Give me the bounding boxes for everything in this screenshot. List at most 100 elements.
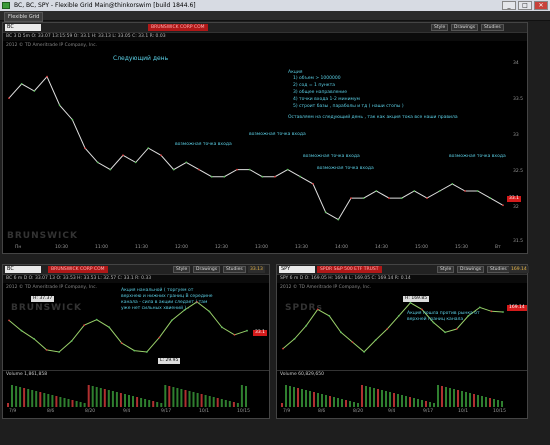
main-data-point xyxy=(413,190,416,192)
bc-volume-label: Volume 1,861,858 xyxy=(6,372,48,377)
main-price-chart[interactable] xyxy=(3,41,509,241)
bc-volume-bar xyxy=(91,386,94,407)
main-drawings-button[interactable]: Drawings xyxy=(451,24,479,31)
main-data-point xyxy=(223,175,226,178)
bc-studies-button[interactable]: Studies xyxy=(223,266,246,273)
main-data-point xyxy=(426,197,428,200)
maximize-button[interactable]: □ xyxy=(518,1,532,10)
spy-data-point xyxy=(502,311,504,313)
bc-volume-bar xyxy=(11,385,13,407)
entry-point-annotation: возможная точка входа xyxy=(303,154,360,159)
spy-volume-bar xyxy=(357,403,359,407)
bc-volume-bar xyxy=(236,403,239,407)
main-symbol-input[interactable]: BC xyxy=(5,24,41,31)
bc-date-tick: 10/15 xyxy=(237,409,250,414)
criteria-item: 3) общее направление xyxy=(293,90,347,95)
main-time-tick: 13:00 xyxy=(255,245,268,250)
bc-volume-bar xyxy=(43,393,46,407)
bc-company-name: BRUNSWICK CORP COM xyxy=(48,266,108,273)
spy-date-tick: 9/4 xyxy=(388,409,396,414)
bc-volume-bar xyxy=(128,395,130,407)
bc-volume-bar xyxy=(59,397,62,407)
spy-price-label: 169.14 xyxy=(509,266,529,273)
spy-volume-bar xyxy=(453,389,455,407)
entry-point-annotation: возможная точка входа xyxy=(449,154,506,159)
main-data-point xyxy=(350,197,352,200)
spy-volume-bar xyxy=(297,388,299,407)
main-data-point xyxy=(122,154,124,157)
close-button[interactable]: ✕ xyxy=(534,1,548,10)
bc-data-point xyxy=(145,351,148,353)
bc-volume-bar xyxy=(51,395,54,407)
bc-symbol-input[interactable]: BC xyxy=(5,266,41,273)
spy-daily-chart[interactable] xyxy=(277,293,509,365)
spy-copyright: 2012 © TD Ameritrade IP Company, Inc. xyxy=(280,285,372,290)
main-data-point xyxy=(451,183,454,185)
bc-data-point xyxy=(246,329,248,332)
spy-date-tick: 9/17 xyxy=(423,409,434,414)
spy-volume-bar xyxy=(281,403,283,407)
main-data-point xyxy=(324,211,327,214)
main-data-point xyxy=(172,168,175,171)
bc-volume-bar xyxy=(83,403,86,407)
bc-style-button[interactable]: Style xyxy=(173,266,191,273)
spy-data-point xyxy=(328,315,331,317)
spy-daily-panel: SPY SPDR S&P 500 ETF TRUST Style Drawing… xyxy=(276,264,529,419)
main-data-point xyxy=(248,168,251,171)
bc-data-point xyxy=(108,326,111,329)
bc-date-tick: 9/4 xyxy=(123,409,131,414)
bc-copyright: 2012 © TD Ameritrade IP Company, Inc. xyxy=(6,285,98,290)
main-data-point xyxy=(84,147,86,149)
spy-style-button[interactable]: Style xyxy=(437,266,455,273)
minimize-button[interactable]: _ xyxy=(502,1,516,10)
spy-studies-button[interactable]: Studies xyxy=(487,266,510,273)
spy-volume-bar xyxy=(293,387,295,407)
main-data-point xyxy=(464,190,466,192)
spy-volume-bar xyxy=(481,396,483,407)
main-time-tick: Пн xyxy=(15,245,22,250)
spy-volume-bar xyxy=(469,393,471,407)
main-data-point xyxy=(96,161,99,164)
spy-volume-label: Volume 60,829,650 xyxy=(280,372,324,377)
spy-date-tick: 7/9 xyxy=(283,409,291,414)
spy-volume-bar xyxy=(337,398,339,407)
main-studies-button[interactable]: Studies xyxy=(481,24,504,31)
bc-volume-bar xyxy=(232,402,235,407)
bc-volume-bar xyxy=(136,397,139,407)
main-time-tick: 13:30 xyxy=(295,245,308,250)
bc-volume-bar xyxy=(103,389,106,407)
bc-volume-bar xyxy=(228,401,231,407)
spy-last-price-tag: 169.14 xyxy=(507,305,527,311)
spy-volume-bar xyxy=(373,388,375,407)
spy-data-point xyxy=(490,310,493,313)
bc-price-label: 33.13 xyxy=(248,266,265,273)
spy-data-point xyxy=(340,331,342,334)
next-day-annotation: Следующий день xyxy=(113,55,169,62)
spy-volume-bar xyxy=(389,392,391,407)
main-data-point xyxy=(8,97,10,99)
spy-data-point xyxy=(409,301,412,304)
window-titlebar: BC, BC, SPY - Flexible Grid Main@thinkor… xyxy=(0,0,550,11)
bc-volume-bar xyxy=(7,403,9,407)
flexible-grid-menu[interactable]: Flexible Grid xyxy=(4,12,44,22)
main-time-tick: Вт xyxy=(495,245,501,250)
bc-high-label: H: 37.37 xyxy=(31,296,55,302)
bc-volume-bar xyxy=(95,387,98,407)
bc-drawings-button[interactable]: Drawings xyxy=(193,266,221,273)
main-time-tick: 11:00 xyxy=(95,245,108,250)
bc-volume-bar xyxy=(148,400,151,407)
bc-volume-bar xyxy=(180,389,183,407)
spy-drawings-button[interactable]: Drawings xyxy=(457,266,485,273)
bc-volume-bar xyxy=(47,394,50,407)
main-data-point xyxy=(337,218,340,221)
spy-symbol-input[interactable]: SPY xyxy=(279,266,315,273)
main-data-point xyxy=(375,190,378,192)
spy-volume-chart xyxy=(281,385,503,407)
main-quote-bar: BC 3 D 5m O: 33.07 13:15:59 O: 33.1 H: 3… xyxy=(3,33,527,41)
main-y-tick: 31.5 xyxy=(513,239,524,244)
bc-volume-bar xyxy=(19,387,22,407)
bc-channel-annotation: Акция нанальной ( торгуем от верхнею и н… xyxy=(121,288,213,311)
bc-volume-bar xyxy=(119,393,122,407)
bc-date-tick: 10/1 xyxy=(199,409,210,414)
main-style-button[interactable]: Style xyxy=(431,24,449,31)
